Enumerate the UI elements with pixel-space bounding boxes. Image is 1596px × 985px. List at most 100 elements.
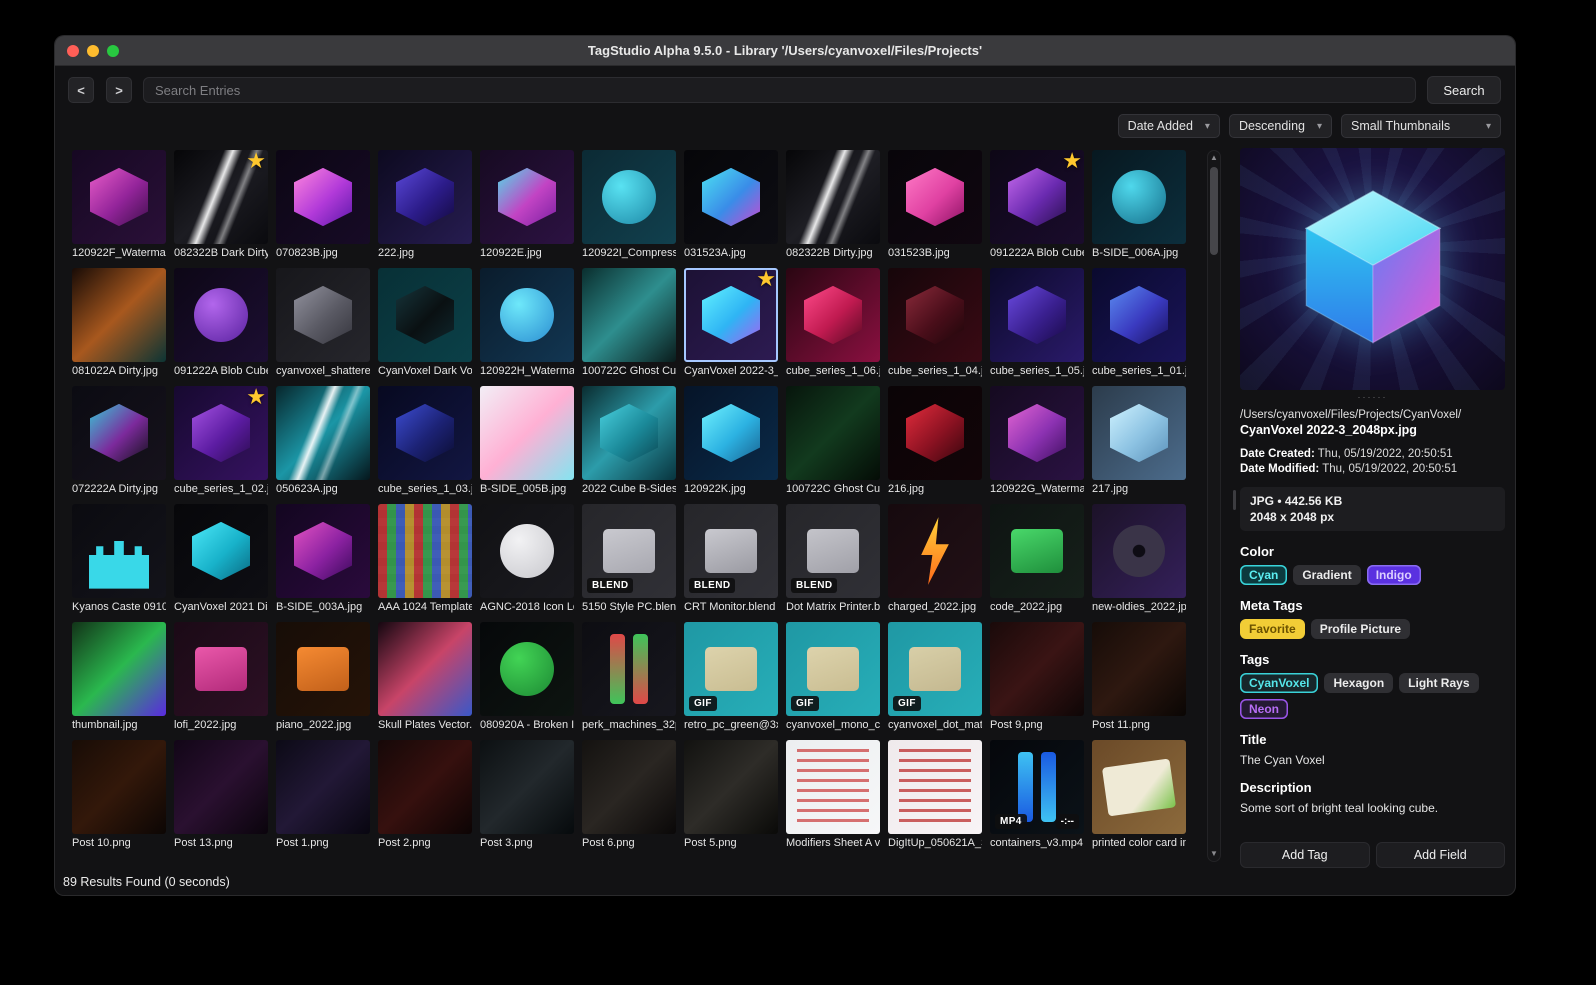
thumbnail[interactable] [990, 622, 1084, 716]
thumbnail[interactable] [276, 740, 370, 834]
thumbnail[interactable] [72, 386, 166, 480]
grid-item[interactable]: Post 5.png [684, 740, 778, 850]
grid-item[interactable]: GIF cyanvoxel_mono_crt.gif [786, 622, 880, 732]
thumbnail[interactable] [276, 150, 370, 244]
grid-item[interactable]: GIF retro_pc_green@3x.gif [684, 622, 778, 732]
grid-item[interactable]: cyanvoxel_shattered.png [276, 268, 370, 378]
thumbnail[interactable] [582, 150, 676, 244]
thumbnail[interactable]: GIF [684, 622, 778, 716]
grid-item[interactable]: Post 1.png [276, 740, 370, 850]
thumbnail[interactable] [378, 740, 472, 834]
grid-item[interactable]: Modifiers Sheet A v2.png [786, 740, 880, 850]
grid-item[interactable]: Post 2.png [378, 740, 472, 850]
thumbnail[interactable] [72, 150, 166, 244]
search-input[interactable] [143, 77, 1416, 103]
grid-item[interactable]: cube_series_1_04.jpg [888, 268, 982, 378]
tag-pill[interactable]: Light Rays [1399, 673, 1479, 693]
thumbnail[interactable] [888, 150, 982, 244]
grid-item[interactable]: B-SIDE_005B.jpg [480, 386, 574, 496]
thumbnail[interactable] [276, 504, 370, 598]
grid-item[interactable]: CyanVoxel Dark Voxel.jpg [378, 268, 472, 378]
thumbnail[interactable]: BLEND [786, 504, 880, 598]
grid-item[interactable]: ★ 091222A Blob Cube.jpg [990, 150, 1084, 260]
thumbnail[interactable] [786, 386, 880, 480]
grid-item[interactable]: Post 13.png [174, 740, 268, 850]
grid-item[interactable]: perk_machines_32px.png [582, 622, 676, 732]
grid-item[interactable]: Skull Plates Vector.png [378, 622, 472, 732]
add-tag-button[interactable]: Add Tag [1240, 842, 1370, 868]
thumbnail[interactable] [276, 622, 370, 716]
tag-pill[interactable]: Profile Picture [1310, 619, 1411, 639]
thumbnail[interactable] [786, 268, 880, 362]
grid-item[interactable]: GIF cyanvoxel_dot_matrix.gif [888, 622, 982, 732]
thumbnail[interactable] [1092, 740, 1186, 834]
thumbnail[interactable] [174, 504, 268, 598]
tag-pill[interactable]: Favorite [1240, 619, 1305, 639]
thumbnail[interactable]: ★ [990, 150, 1084, 244]
grid-item[interactable]: 070823B.jpg [276, 150, 370, 260]
thumbnail[interactable]: ★ [174, 386, 268, 480]
thumbnail-size-dropdown[interactable]: Small Thumbnails ▾ [1341, 114, 1501, 138]
grid-item[interactable]: thumbnail.jpg [72, 622, 166, 732]
thumbnail[interactable] [174, 622, 268, 716]
grid-item[interactable]: AAA 1024 Template.png [378, 504, 472, 614]
sort-field-dropdown[interactable]: Date Added ▾ [1117, 114, 1220, 138]
close-button[interactable] [67, 44, 79, 57]
grid-item[interactable]: 100722C Ghost Cube.jpg [786, 386, 880, 496]
grid-item[interactable]: 216.jpg [888, 386, 982, 496]
grid-item[interactable]: 217.jpg [1092, 386, 1186, 496]
thumbnail[interactable] [378, 386, 472, 480]
thumbnail[interactable] [72, 740, 166, 834]
thumbnail[interactable] [582, 740, 676, 834]
tag-pill[interactable]: Gradient [1293, 565, 1361, 585]
grid-item[interactable]: code_2022.jpg [990, 504, 1084, 614]
grid-item[interactable]: Kyanos Caste 0910.png [72, 504, 166, 614]
grid-item[interactable]: BLEND 5150 Style PC.blend [582, 504, 676, 614]
search-button[interactable]: Search [1427, 76, 1501, 104]
grid-item[interactable]: BLEND CRT Monitor.blend [684, 504, 778, 614]
grid-item[interactable]: 091222A Blob Cube.jpg [174, 268, 268, 378]
grid-item[interactable]: AGNC-2018 Icon Logo.png [480, 504, 574, 614]
thumbnail[interactable] [72, 268, 166, 362]
thumbnail[interactable] [480, 504, 574, 598]
thumbnail[interactable] [888, 504, 982, 598]
thumbnail[interactable] [480, 268, 574, 362]
thumbnail[interactable] [276, 386, 370, 480]
thumbnail[interactable]: MP4 -:-- [990, 740, 1084, 834]
thumbnail[interactable] [1092, 386, 1186, 480]
thumbnail[interactable] [480, 740, 574, 834]
grid-item[interactable]: Post 6.png [582, 740, 676, 850]
grid-item[interactable]: 120922F_Watermark.jpg [72, 150, 166, 260]
grid-item[interactable]: ★ 082322B Dark Dirty.jpg [174, 150, 268, 260]
thumbnail[interactable] [1092, 268, 1186, 362]
grid-item[interactable]: cube_series_1_01.jpg [1092, 268, 1186, 378]
thumbnail[interactable] [888, 268, 982, 362]
thumbnail[interactable]: BLEND [582, 504, 676, 598]
thumbnail[interactable] [1092, 150, 1186, 244]
tag-pill[interactable]: Cyan [1240, 565, 1288, 585]
scroll-down-icon[interactable]: ▼ [1208, 847, 1220, 861]
grid-item[interactable]: lofi_2022.jpg [174, 622, 268, 732]
grid-item[interactable]: 031523A.jpg [684, 150, 778, 260]
thumbnail[interactable] [684, 386, 778, 480]
grid-item[interactable]: 100722C Ghost Cube.jpg [582, 268, 676, 378]
grid-item[interactable]: ★ CyanVoxel 2022-3_2048px.jpg [684, 268, 778, 378]
thumbnail[interactable]: GIF [786, 622, 880, 716]
grid-item[interactable]: 082322B Dirty.jpg [786, 150, 880, 260]
thumbnail[interactable] [786, 740, 880, 834]
tag-pill[interactable]: Hexagon [1324, 673, 1394, 693]
thumbnail[interactable]: BLEND [684, 504, 778, 598]
grid-item[interactable]: B-SIDE_003A.jpg [276, 504, 370, 614]
grid-item[interactable]: 120922E.jpg [480, 150, 574, 260]
grid-item[interactable]: 080920A - Broken I.png [480, 622, 574, 732]
grid-item[interactable]: 2022 Cube B-Sides.jpg [582, 386, 676, 496]
scroll-up-icon[interactable]: ▲ [1208, 151, 1220, 165]
grid-item[interactable]: cube_series_1_03.jpg [378, 386, 472, 496]
grid-item[interactable]: 072222A Dirty.jpg [72, 386, 166, 496]
scrollbar-thumb[interactable] [1210, 167, 1218, 255]
grid-item[interactable]: MP4 -:-- containers_v3.mp4 [990, 740, 1084, 850]
grid-item[interactable]: Post 9.png [990, 622, 1084, 732]
thumbnail[interactable] [480, 622, 574, 716]
grid-item[interactable]: 031523B.jpg [888, 150, 982, 260]
zoom-button[interactable] [107, 44, 119, 57]
